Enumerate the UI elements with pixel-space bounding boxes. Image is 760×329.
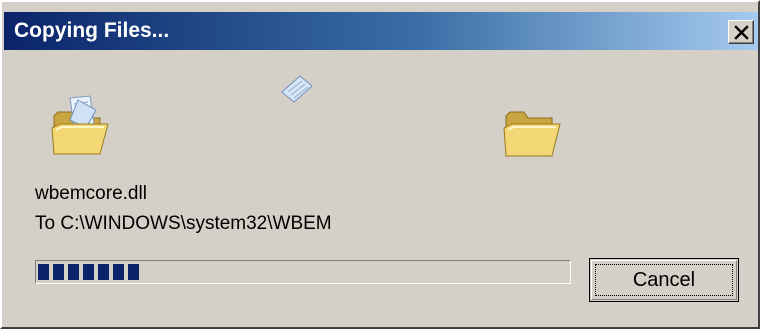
current-file-name: wbemcore.dll bbox=[35, 183, 147, 204]
close-button[interactable] bbox=[728, 20, 754, 44]
cancel-button[interactable]: Cancel bbox=[589, 258, 739, 302]
progress-fill bbox=[38, 264, 139, 280]
title-bar[interactable]: Copying Files... bbox=[4, 12, 758, 50]
cancel-button-label: Cancel bbox=[632, 269, 696, 291]
destination-path: To C:\WINDOWS\system32\WBEM bbox=[35, 213, 332, 234]
window-title: Copying Files... bbox=[14, 19, 170, 42]
copy-dialog: Copying Files... wbemcore.dll To C:\WIND… bbox=[0, 0, 760, 329]
open-folder-with-document-icon bbox=[50, 94, 112, 165]
close-icon bbox=[734, 25, 749, 40]
open-folder-icon bbox=[502, 106, 564, 165]
flying-document-icon bbox=[278, 74, 314, 111]
progress-bar bbox=[35, 260, 571, 284]
